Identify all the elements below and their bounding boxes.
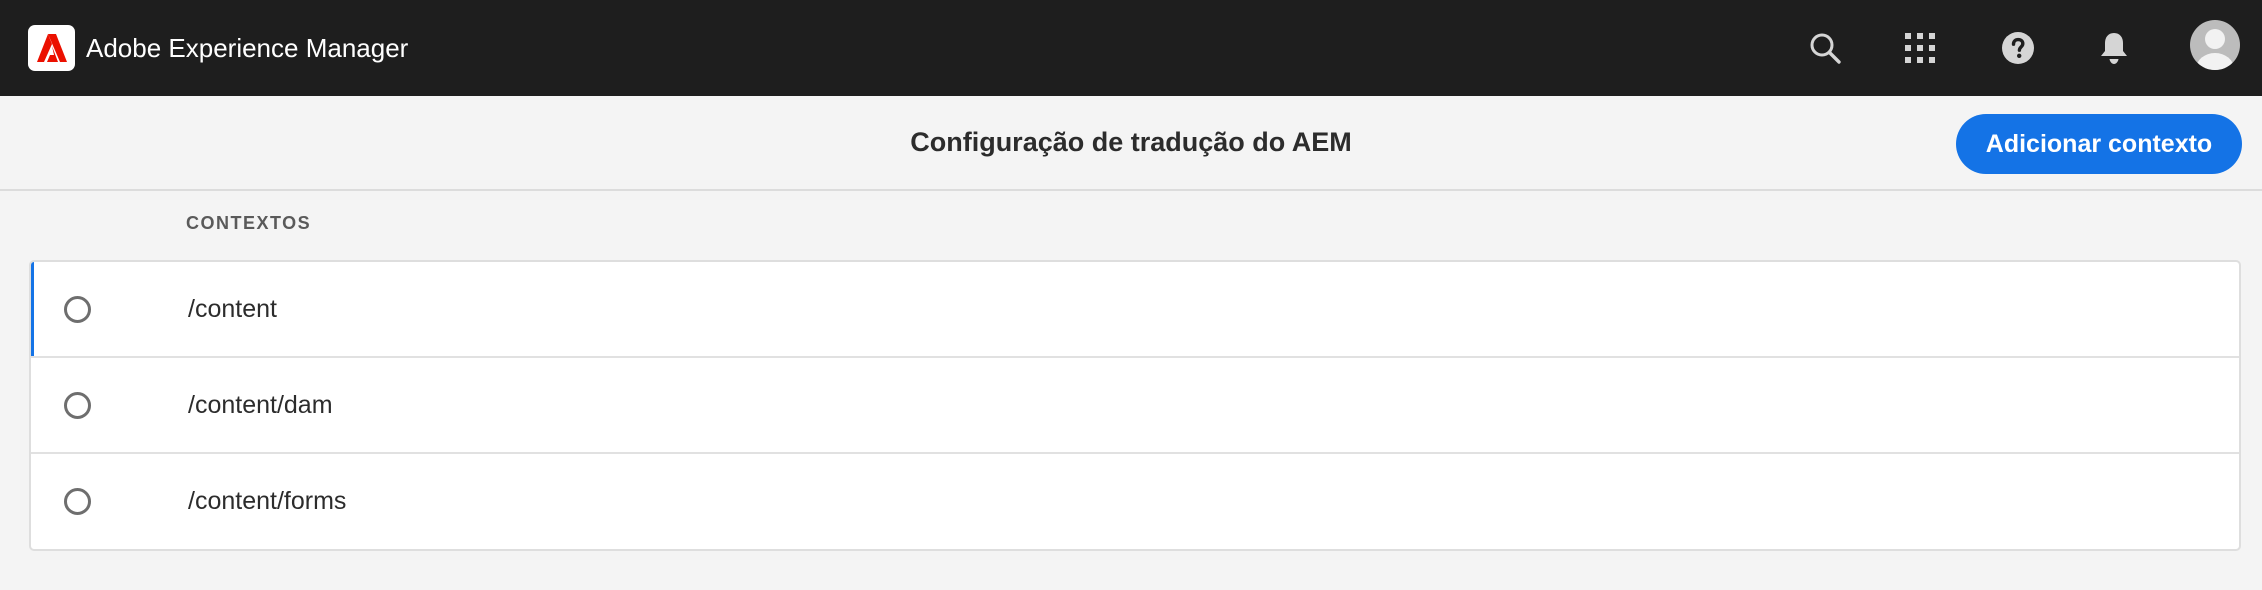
- add-context-button[interactable]: Adicionar contexto: [1956, 114, 2242, 174]
- app-title[interactable]: Adobe Experience Manager: [86, 0, 408, 96]
- row-select-radio[interactable]: [64, 296, 91, 323]
- notification-bell-icon[interactable]: [2090, 24, 2138, 72]
- context-path-label: /content/forms: [188, 487, 347, 515]
- search-icon[interactable]: [1801, 24, 1849, 72]
- column-header-contexts: CONTEXTOS: [186, 213, 312, 233]
- context-path-label: /content/dam: [188, 391, 333, 419]
- list-item[interactable]: /content: [31, 262, 2239, 358]
- help-icon[interactable]: [1994, 24, 2042, 72]
- apps-grid-icon[interactable]: [1896, 24, 1944, 72]
- user-avatar-icon[interactable]: [2189, 19, 2241, 71]
- row-select-radio[interactable]: [64, 392, 91, 419]
- adobe-logo-icon[interactable]: [28, 25, 75, 71]
- context-path-label: /content: [188, 295, 277, 323]
- list-item[interactable]: /content/forms: [31, 454, 2239, 549]
- contexts-list: /content /content/dam /content/forms: [29, 260, 2241, 551]
- row-select-radio[interactable]: [64, 488, 91, 515]
- shell-header: Adobe Experience Manager: [0, 0, 2262, 96]
- page-title: Configuração de tradução do AEM: [910, 127, 1352, 157]
- page-title-bar: Configuração de tradução do AEM Adiciona…: [0, 96, 2262, 191]
- list-item[interactable]: /content/dam: [31, 358, 2239, 454]
